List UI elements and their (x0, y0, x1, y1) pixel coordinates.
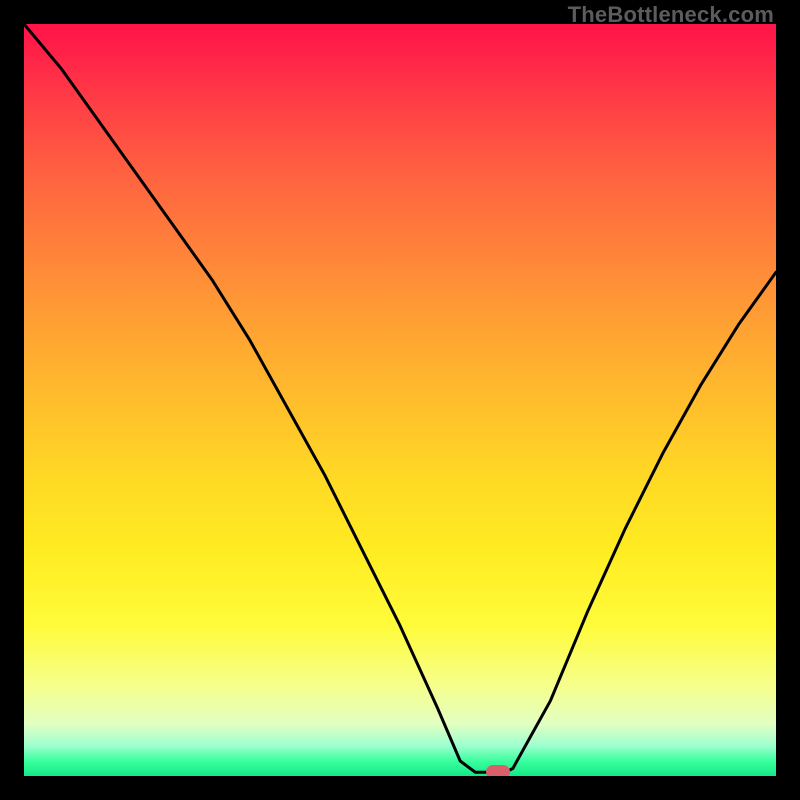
curve-svg (24, 24, 776, 776)
bottleneck-curve-path (24, 24, 776, 772)
plot-area (24, 24, 776, 776)
chart-container: TheBottleneck.com (0, 0, 800, 800)
optimal-point-marker (486, 765, 510, 776)
